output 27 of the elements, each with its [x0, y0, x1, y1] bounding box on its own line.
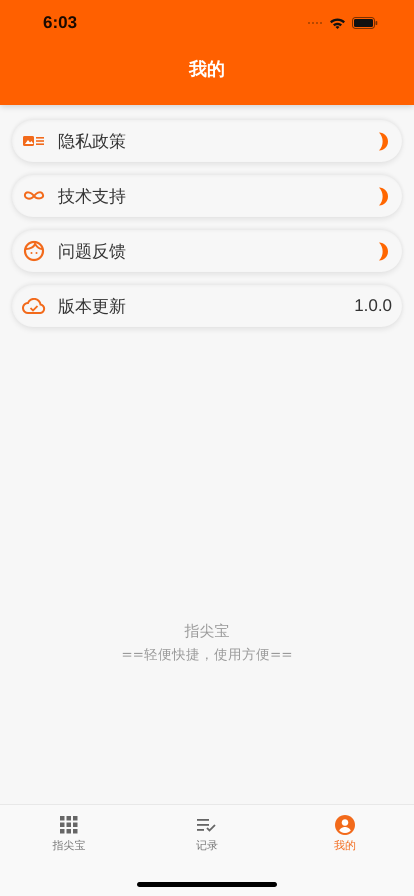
menu-label: 版本更新	[58, 296, 127, 318]
menu-label: 隐私政策	[58, 130, 127, 152]
grid-icon	[60, 815, 78, 835]
app-slogan: ==轻便快捷，使用方便==	[121, 646, 293, 664]
crescent-icon	[377, 186, 390, 206]
signal-icon	[307, 21, 323, 25]
menu-item[interactable]: 技术支持	[12, 175, 402, 217]
menu-item[interactable]: 问题反馈	[12, 230, 402, 272]
infinity-icon	[22, 190, 46, 202]
menu-label: 技术支持	[58, 186, 127, 208]
menu-label: 问题反馈	[58, 240, 127, 262]
version-number: 1.0.0	[354, 296, 392, 316]
image-card-icon	[22, 134, 46, 148]
tab[interactable]: 记录	[138, 815, 276, 853]
wifi-icon	[329, 17, 346, 29]
crescent-icon	[377, 242, 390, 260]
tab[interactable]: 指尖宝	[0, 815, 138, 853]
app-name: 指尖宝	[184, 622, 230, 641]
menu-item[interactable]: 隐私政策	[12, 120, 402, 162]
menu-item[interactable]: 版本更新 1.0.0	[12, 285, 402, 327]
status-time: 6:03	[43, 13, 78, 33]
page-title: 我的	[188, 58, 226, 82]
battery-icon	[352, 17, 378, 29]
cloud-check-icon	[22, 298, 46, 314]
face-icon	[22, 240, 46, 262]
crescent-icon	[377, 132, 390, 150]
user-icon	[335, 815, 355, 835]
